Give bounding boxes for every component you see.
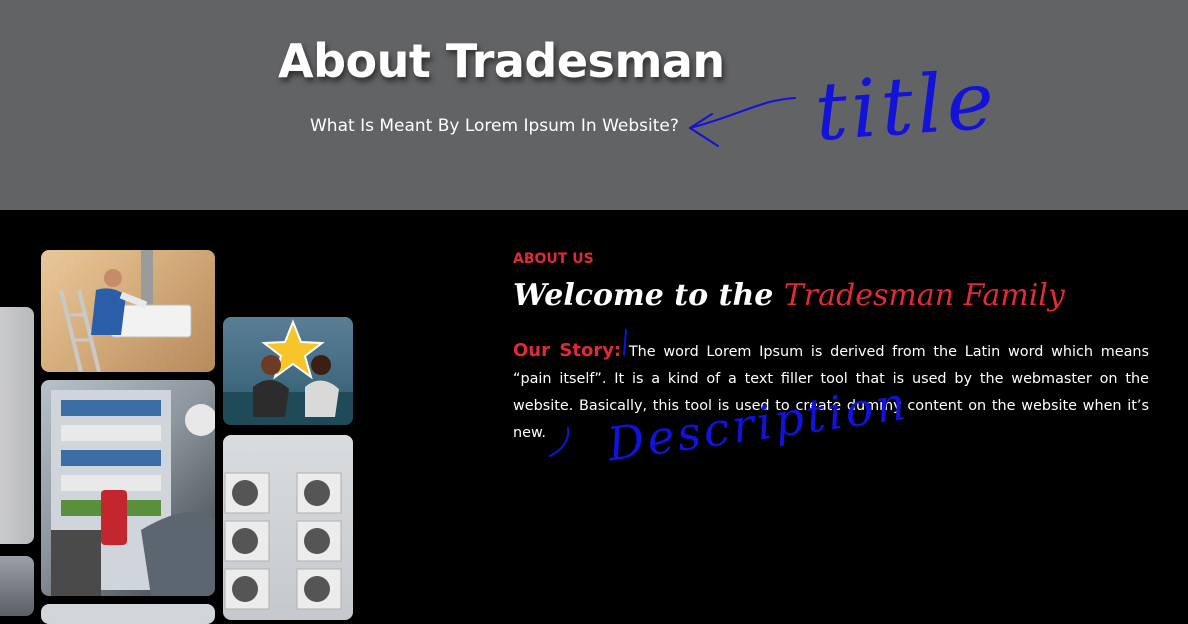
annotation-title-note: title: [812, 53, 1001, 159]
page-subtitle: What Is Meant By Lorem Ipsum In Website?: [310, 116, 679, 136]
hero-banner: About Tradesman What Is Meant By Lorem I…: [0, 0, 1188, 210]
collage-image-friends-star: [223, 317, 353, 425]
section-heading: Welcome to the Tradesman Family: [513, 278, 1065, 313]
page-title: About Tradesman: [278, 34, 725, 88]
section-eyebrow: ABOUT US: [513, 251, 594, 267]
collage-image-ac-units: [223, 435, 353, 620]
collage-image-ac-technician: [41, 250, 215, 372]
story-label: Our Story:: [513, 340, 622, 361]
heading-lead: Welcome to the: [513, 278, 784, 313]
collage-image-electrician-panel: [41, 380, 215, 596]
collage-image-left-small: [0, 556, 34, 616]
collage-image-left-partial: [0, 307, 34, 544]
collage-image-bottom: [41, 604, 215, 624]
heading-accent: Tradesman Family: [783, 278, 1065, 313]
